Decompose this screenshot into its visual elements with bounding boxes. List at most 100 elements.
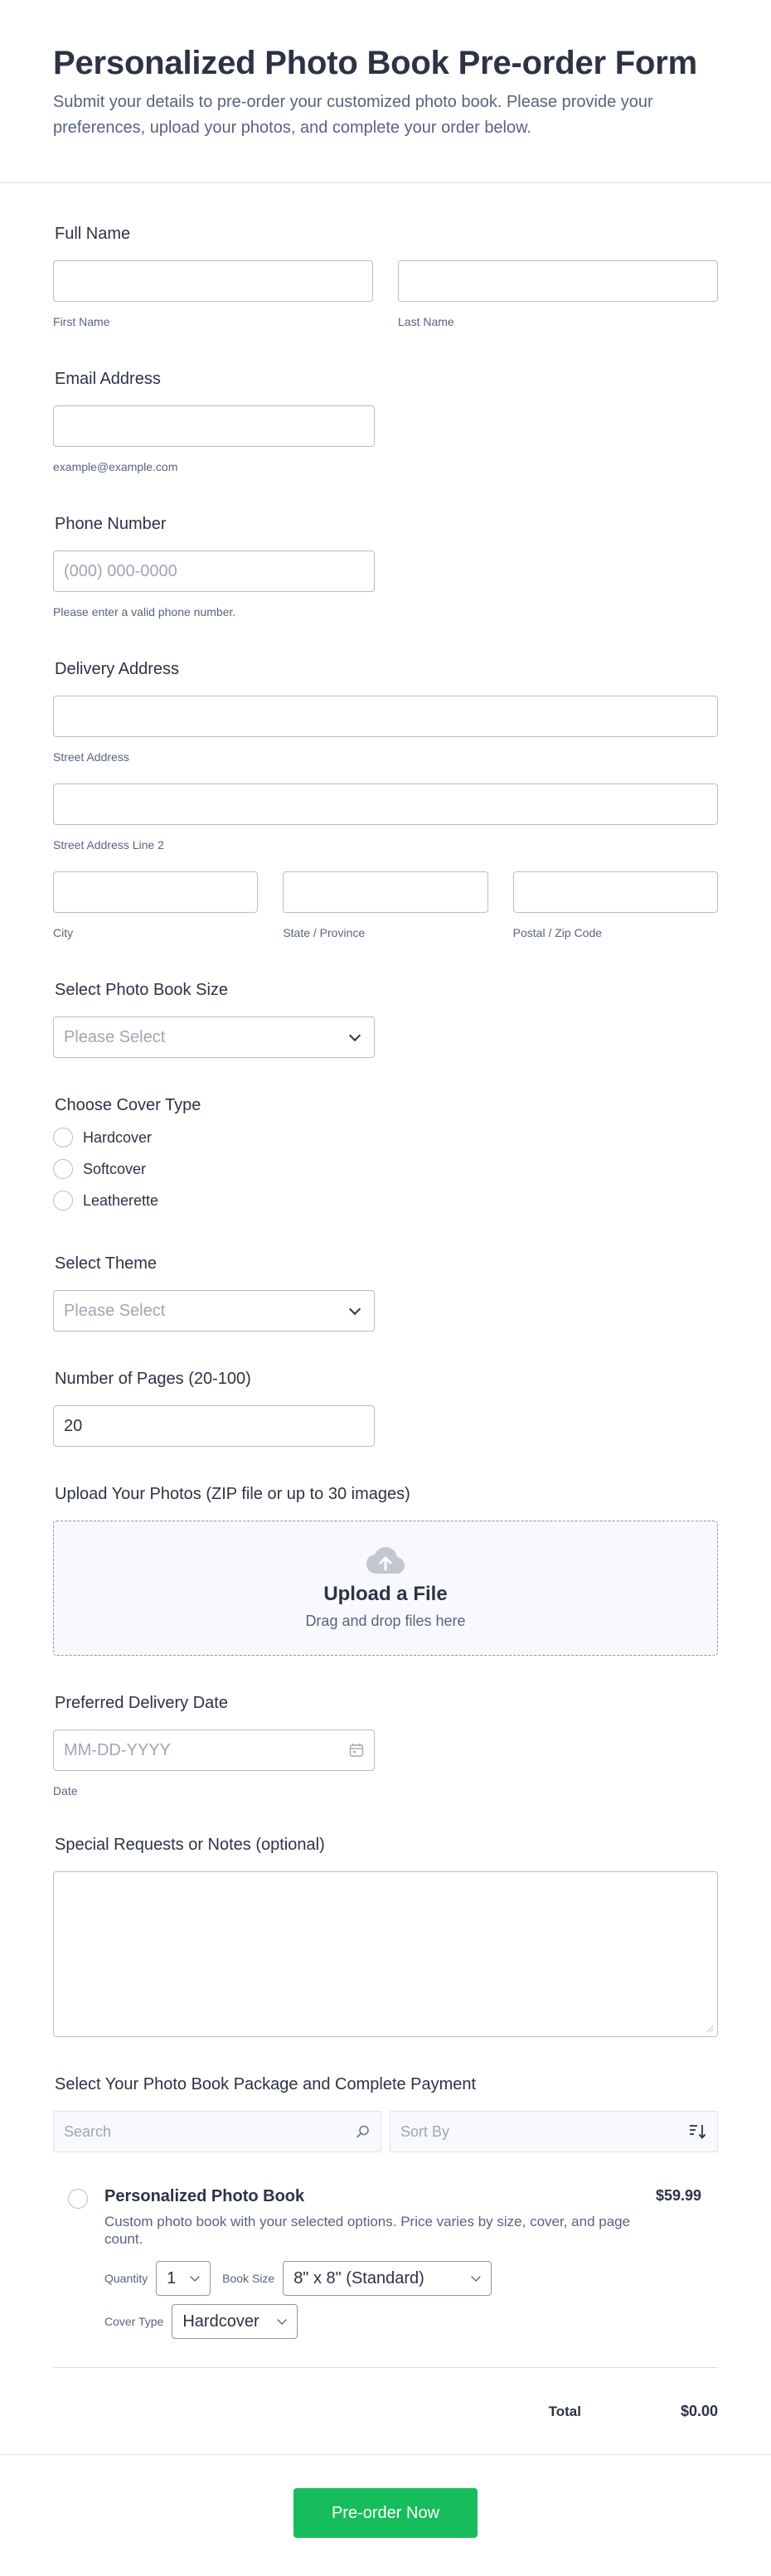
cover-type-label: Choose Cover Type <box>55 1096 201 1114</box>
first-name-input[interactable] <box>53 260 373 302</box>
preorder-submit-button[interactable]: Pre-order Now <box>293 2488 478 2538</box>
product-description: Custom photo book with your selected opt… <box>104 2214 631 2247</box>
delivery-date-input[interactable]: MM-DD-YYYY <box>53 1729 375 1771</box>
sort-icon[interactable] <box>689 2123 707 2140</box>
product-name: Personalized Photo Book <box>104 2187 305 2205</box>
total-label: Total <box>548 2403 581 2419</box>
chevron-down-icon <box>471 2271 481 2282</box>
first-name-sublabel: First Name <box>53 315 110 328</box>
delivery-date-label: Preferred Delivery Date <box>55 1694 228 1712</box>
divider <box>53 2367 718 2368</box>
theme-field: Select Theme Please Select <box>53 1254 718 1332</box>
book-size-select[interactable]: Please Select <box>53 1016 375 1058</box>
notes-field: Special Requests or Notes (optional) <box>53 1836 718 2037</box>
book-size-field: Select Photo Book Size Please Select <box>53 981 718 1058</box>
theme-label: Select Theme <box>55 1254 158 1273</box>
street-address-line2-sublabel: Street Address Line 2 <box>53 838 164 851</box>
cover-option-label: Softcover <box>83 1160 147 1177</box>
email-field: Email Address example@example.com <box>53 370 718 473</box>
zip-input[interactable] <box>512 871 718 913</box>
product-search-input[interactable]: Search <box>53 2111 381 2152</box>
full-name-label: Full Name <box>55 225 131 243</box>
chevron-down-icon <box>190 2271 200 2282</box>
pages-input[interactable]: 20 <box>53 1405 375 1447</box>
product-price: $59.99 <box>655 2187 701 2204</box>
cover-type-field: Choose Cover Type Hardcover Softcover Le… <box>53 1096 718 1216</box>
email-sublabel: example@example.com <box>53 460 178 473</box>
product-toolbar: Search Sort By <box>53 2111 718 2152</box>
page-subtitle: Submit your details to pre-order your cu… <box>53 93 653 137</box>
city-sublabel: City <box>53 926 74 939</box>
delivery-date-sublabel: Date <box>53 1784 78 1797</box>
book-size-option-value: 8" x 8" (Standard) <box>293 2268 424 2287</box>
payment-field: Select Your Photo Book Package and Compl… <box>53 2075 718 2420</box>
book-size-option-label: Book Size <box>222 2272 275 2285</box>
quantity-select[interactable]: 1 <box>156 2261 211 2296</box>
cover-type-option-value: Hardcover <box>182 2312 259 2331</box>
form-body: Full Name First Name Last Name Email Add… <box>0 225 771 2420</box>
page-title: Personalized Photo Book Pre-order Form <box>53 45 697 81</box>
full-name-field: Full Name First Name Last Name <box>53 225 718 328</box>
product-item[interactable]: Personalized Photo Book Custom photo boo… <box>53 2152 718 2339</box>
calendar-icon[interactable] <box>349 1743 364 1758</box>
upload-label: Upload Your Photos (ZIP file or up to 30… <box>55 1485 410 1503</box>
radio-button[interactable] <box>53 1128 73 1147</box>
book-size-option-select[interactable]: 8" x 8" (Standard) <box>283 2261 492 2296</box>
book-size-label: Select Photo Book Size <box>55 981 229 999</box>
product-options-row-1: Quantity 1 Book Size 8" x 8" (Standard) <box>104 2261 718 2296</box>
search-placeholder: Search <box>64 2122 112 2140</box>
street-address-input[interactable] <box>53 696 718 737</box>
last-name-sublabel: Last Name <box>398 315 454 328</box>
street-address-line2-input[interactable] <box>53 783 718 825</box>
quantity-label: Quantity <box>104 2272 148 2285</box>
product-options-row-2: Cover Type Hardcover <box>104 2304 718 2339</box>
quantity-value: 1 <box>167 2268 177 2287</box>
upload-desc: Drag and drop files here <box>305 1613 466 1629</box>
upload-dropzone[interactable]: Upload a File Drag and drop files here <box>53 1521 718 1656</box>
total-row: Total $0.00 <box>53 2403 718 2420</box>
cover-option-hardcover[interactable]: Hardcover <box>53 1122 718 1153</box>
payment-label: Select Your Photo Book Package and Compl… <box>55 2075 477 2093</box>
radio-button[interactable] <box>53 1159 73 1179</box>
delivery-date-placeholder: MM-DD-YYYY <box>64 1740 171 1759</box>
delivery-date-field: Preferred Delivery Date MM-DD-YYYY Date <box>53 1694 718 1797</box>
radio-button[interactable] <box>53 1191 73 1210</box>
upload-title: Upload a File <box>323 1583 448 1605</box>
theme-select[interactable]: Please Select <box>53 1290 375 1332</box>
state-sublabel: State / Province <box>283 926 366 939</box>
address-label: Delivery Address <box>55 660 180 678</box>
cover-option-label: Hardcover <box>83 1128 153 1146</box>
form-footer: Pre-order Now <box>0 2454 771 2576</box>
phone-field: Phone Number (000) 000-0000 Please enter… <box>53 515 718 619</box>
email-label: Email Address <box>55 370 161 388</box>
cover-option-softcover[interactable]: Softcover <box>53 1153 718 1185</box>
pages-field: Number of Pages (20-100) 20 <box>53 1370 718 1447</box>
street-address-sublabel: Street Address <box>53 750 129 764</box>
search-icon[interactable] <box>356 2124 371 2139</box>
cover-option-label: Leatherette <box>83 1191 159 1209</box>
last-name-input[interactable] <box>398 260 718 302</box>
theme-placeholder: Please Select <box>64 1301 166 1320</box>
sort-by-select[interactable]: Sort By <box>390 2111 718 2152</box>
chevron-down-icon <box>348 1029 361 1041</box>
chevron-down-icon <box>277 2314 288 2325</box>
cover-type-option-label: Cover Type <box>104 2315 164 2328</box>
chevron-down-icon <box>348 1303 361 1315</box>
form-header: Personalized Photo Book Pre-order Form S… <box>0 0 771 183</box>
cover-option-leatherette[interactable]: Leatherette <box>53 1185 718 1216</box>
pages-label: Number of Pages (20-100) <box>55 1370 251 1388</box>
state-input[interactable] <box>283 871 488 913</box>
notes-label: Special Requests or Notes (optional) <box>55 1836 325 1854</box>
city-input[interactable] <box>53 871 259 913</box>
upload-field: Upload Your Photos (ZIP file or up to 30… <box>53 1485 718 1656</box>
phone-label: Phone Number <box>55 515 167 533</box>
cover-type-option-select[interactable]: Hardcover <box>172 2304 298 2339</box>
phone-input[interactable]: (000) 000-0000 <box>53 551 375 592</box>
product-info: Personalized Photo Book Custom photo boo… <box>104 2187 718 2339</box>
product-select-radio[interactable] <box>68 2189 88 2209</box>
zip-sublabel: Postal / Zip Code <box>512 926 603 939</box>
notes-textarea[interactable] <box>53 1871 718 2037</box>
resize-handle-icon[interactable] <box>706 2025 714 2033</box>
sort-placeholder: Sort By <box>400 2122 450 2140</box>
email-input[interactable] <box>53 405 375 447</box>
